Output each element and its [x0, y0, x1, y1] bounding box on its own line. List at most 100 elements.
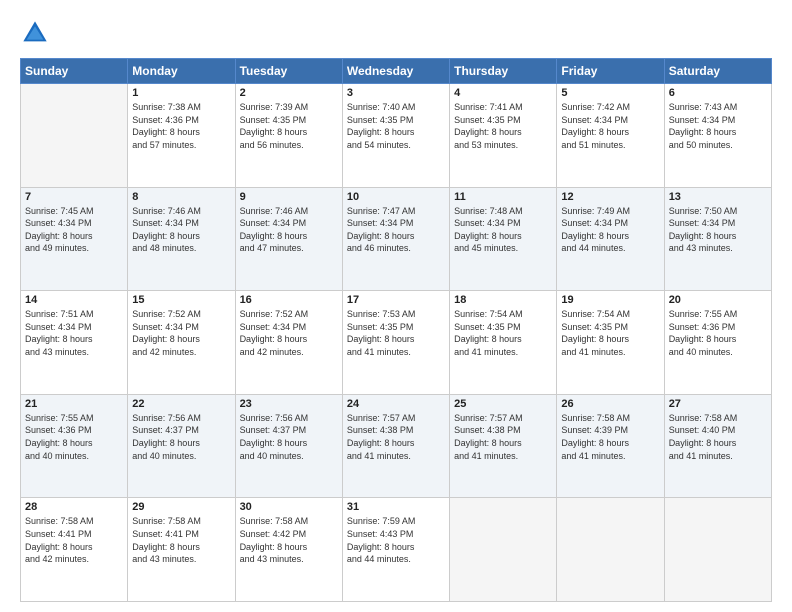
day-number: 10: [347, 191, 445, 203]
day-info: Sunrise: 7:49 AMSunset: 4:34 PMDaylight:…: [561, 205, 659, 255]
weekday-header-tuesday: Tuesday: [235, 59, 342, 84]
day-number: 15: [132, 294, 230, 306]
calendar-cell: 1 Sunrise: 7:38 AMSunset: 4:36 PMDaylight…: [128, 84, 235, 188]
weekday-header-friday: Friday: [557, 59, 664, 84]
weekday-header-sunday: Sunday: [21, 59, 128, 84]
day-number: 25: [454, 398, 552, 410]
day-number: 5: [561, 87, 659, 99]
day-info: Sunrise: 7:43 AMSunset: 4:34 PMDaylight:…: [669, 101, 767, 151]
calendar-cell: 26 Sunrise: 7:58 AMSunset: 4:39 PMDayligh…: [557, 394, 664, 498]
day-info: Sunrise: 7:55 AMSunset: 4:36 PMDaylight:…: [25, 412, 123, 462]
day-number: 3: [347, 87, 445, 99]
day-info: Sunrise: 7:58 AMSunset: 4:39 PMDaylight:…: [561, 412, 659, 462]
day-number: 8: [132, 191, 230, 203]
calendar-cell: 11Sunrise: 7:48 AMSunset: 4:34 PMDayligh…: [450, 187, 557, 291]
day-info: Sunrise: 7:57 AMSunset: 4:38 PMDaylight:…: [347, 412, 445, 462]
day-number: 13: [669, 191, 767, 203]
day-number: 27: [669, 398, 767, 410]
calendar-cell: [557, 498, 664, 602]
calendar-cell: 16 Sunrise: 7:52 AMSunset: 4:34 PMDayligh…: [235, 291, 342, 395]
day-info: Sunrise: 7:58 AMSunset: 4:41 PMDaylight:…: [25, 515, 123, 565]
day-number: 12: [561, 191, 659, 203]
calendar-cell: 5 Sunrise: 7:42 AMSunset: 4:34 PMDaylight…: [557, 84, 664, 188]
day-info: Sunrise: 7:45 AMSunset: 4:34 PMDaylight:…: [25, 205, 123, 255]
day-info: Sunrise: 7:59 AMSunset: 4:43 PMDaylight:…: [347, 515, 445, 565]
calendar-body: 1 Sunrise: 7:38 AMSunset: 4:36 PMDaylight…: [21, 84, 772, 602]
calendar-week-5: 28 Sunrise: 7:58 AMSunset: 4:41 PMDayligh…: [21, 498, 772, 602]
calendar-cell: 3 Sunrise: 7:40 AMSunset: 4:35 PMDaylight…: [342, 84, 449, 188]
calendar-cell: 21 Sunrise: 7:55 AMSunset: 4:36 PMDayligh…: [21, 394, 128, 498]
calendar-cell: 31Sunrise: 7:59 AMSunset: 4:43 PMDayligh…: [342, 498, 449, 602]
day-info: Sunrise: 7:41 AMSunset: 4:35 PMDaylight:…: [454, 101, 552, 151]
calendar-week-2: 7 Sunrise: 7:45 AMSunset: 4:34 PMDaylight…: [21, 187, 772, 291]
day-number: 1: [132, 87, 230, 99]
calendar-cell: 20Sunrise: 7:55 AMSunset: 4:36 PMDayligh…: [664, 291, 771, 395]
day-info: Sunrise: 7:39 AMSunset: 4:35 PMDaylight:…: [240, 101, 338, 151]
day-number: 6: [669, 87, 767, 99]
calendar-cell: 10 Sunrise: 7:47 AMSunset: 4:34 PMDayligh…: [342, 187, 449, 291]
calendar-cell: [21, 84, 128, 188]
day-number: 20: [669, 294, 767, 306]
day-info: Sunrise: 7:46 AMSunset: 4:34 PMDaylight:…: [240, 205, 338, 255]
calendar-cell: 23 Sunrise: 7:56 AMSunset: 4:37 PMDayligh…: [235, 394, 342, 498]
calendar-week-1: 1 Sunrise: 7:38 AMSunset: 4:36 PMDaylight…: [21, 84, 772, 188]
day-number: 16: [240, 294, 338, 306]
calendar-cell: 15Sunrise: 7:52 AMSunset: 4:34 PMDayligh…: [128, 291, 235, 395]
day-number: 24: [347, 398, 445, 410]
calendar-cell: 22 Sunrise: 7:56 AMSunset: 4:37 PMDayligh…: [128, 394, 235, 498]
calendar-cell: 19 Sunrise: 7:54 AMSunset: 4:35 PMDayligh…: [557, 291, 664, 395]
calendar-week-3: 14Sunrise: 7:51 AMSunset: 4:34 PMDayligh…: [21, 291, 772, 395]
day-number: 23: [240, 398, 338, 410]
header: [20, 18, 772, 48]
day-info: Sunrise: 7:56 AMSunset: 4:37 PMDaylight:…: [240, 412, 338, 462]
calendar-cell: 6 Sunrise: 7:43 AMSunset: 4:34 PMDaylight…: [664, 84, 771, 188]
weekday-row: SundayMondayTuesdayWednesdayThursdayFrid…: [21, 59, 772, 84]
day-info: Sunrise: 7:52 AMSunset: 4:34 PMDaylight:…: [240, 308, 338, 358]
day-number: 28: [25, 501, 123, 513]
logo: [20, 18, 54, 48]
day-info: Sunrise: 7:48 AMSunset: 4:34 PMDaylight:…: [454, 205, 552, 255]
day-number: 22: [132, 398, 230, 410]
calendar-cell: 24 Sunrise: 7:57 AMSunset: 4:38 PMDayligh…: [342, 394, 449, 498]
day-info: Sunrise: 7:50 AMSunset: 4:34 PMDaylight:…: [669, 205, 767, 255]
day-number: 18: [454, 294, 552, 306]
day-info: Sunrise: 7:54 AMSunset: 4:35 PMDaylight:…: [561, 308, 659, 358]
weekday-header-monday: Monday: [128, 59, 235, 84]
day-number: 26: [561, 398, 659, 410]
day-info: Sunrise: 7:58 AMSunset: 4:41 PMDaylight:…: [132, 515, 230, 565]
day-number: 29: [132, 501, 230, 513]
day-info: Sunrise: 7:58 AMSunset: 4:42 PMDaylight:…: [240, 515, 338, 565]
day-number: 21: [25, 398, 123, 410]
calendar-cell: 7 Sunrise: 7:45 AMSunset: 4:34 PMDaylight…: [21, 187, 128, 291]
calendar-cell: 2 Sunrise: 7:39 AMSunset: 4:35 PMDaylight…: [235, 84, 342, 188]
day-number: 2: [240, 87, 338, 99]
calendar-cell: 8 Sunrise: 7:46 AMSunset: 4:34 PMDaylight…: [128, 187, 235, 291]
calendar-cell: 18Sunrise: 7:54 AMSunset: 4:35 PMDayligh…: [450, 291, 557, 395]
calendar-cell: 12 Sunrise: 7:49 AMSunset: 4:34 PMDayligh…: [557, 187, 664, 291]
day-info: Sunrise: 7:42 AMSunset: 4:34 PMDaylight:…: [561, 101, 659, 151]
day-info: Sunrise: 7:56 AMSunset: 4:37 PMDaylight:…: [132, 412, 230, 462]
weekday-header-thursday: Thursday: [450, 59, 557, 84]
day-number: 4: [454, 87, 552, 99]
logo-icon: [20, 18, 50, 48]
calendar-cell: 14Sunrise: 7:51 AMSunset: 4:34 PMDayligh…: [21, 291, 128, 395]
day-number: 7: [25, 191, 123, 203]
day-info: Sunrise: 7:47 AMSunset: 4:34 PMDaylight:…: [347, 205, 445, 255]
day-number: 9: [240, 191, 338, 203]
day-info: Sunrise: 7:38 AMSunset: 4:36 PMDaylight:…: [132, 101, 230, 151]
calendar-week-4: 21 Sunrise: 7:55 AMSunset: 4:36 PMDayligh…: [21, 394, 772, 498]
weekday-header-saturday: Saturday: [664, 59, 771, 84]
calendar-header: SundayMondayTuesdayWednesdayThursdayFrid…: [21, 59, 772, 84]
day-info: Sunrise: 7:40 AMSunset: 4:35 PMDaylight:…: [347, 101, 445, 151]
calendar-cell: 13 Sunrise: 7:50 AMSunset: 4:34 PMDayligh…: [664, 187, 771, 291]
calendar-cell: 28 Sunrise: 7:58 AMSunset: 4:41 PMDayligh…: [21, 498, 128, 602]
calendar-cell: [664, 498, 771, 602]
day-number: 30: [240, 501, 338, 513]
day-info: Sunrise: 7:46 AMSunset: 4:34 PMDaylight:…: [132, 205, 230, 255]
calendar-cell: 27 Sunrise: 7:58 AMSunset: 4:40 PMDayligh…: [664, 394, 771, 498]
day-info: Sunrise: 7:58 AMSunset: 4:40 PMDaylight:…: [669, 412, 767, 462]
calendar-cell: 25Sunrise: 7:57 AMSunset: 4:38 PMDayligh…: [450, 394, 557, 498]
calendar-cell: [450, 498, 557, 602]
day-number: 19: [561, 294, 659, 306]
calendar-cell: 4 Sunrise: 7:41 AMSunset: 4:35 PMDaylight…: [450, 84, 557, 188]
